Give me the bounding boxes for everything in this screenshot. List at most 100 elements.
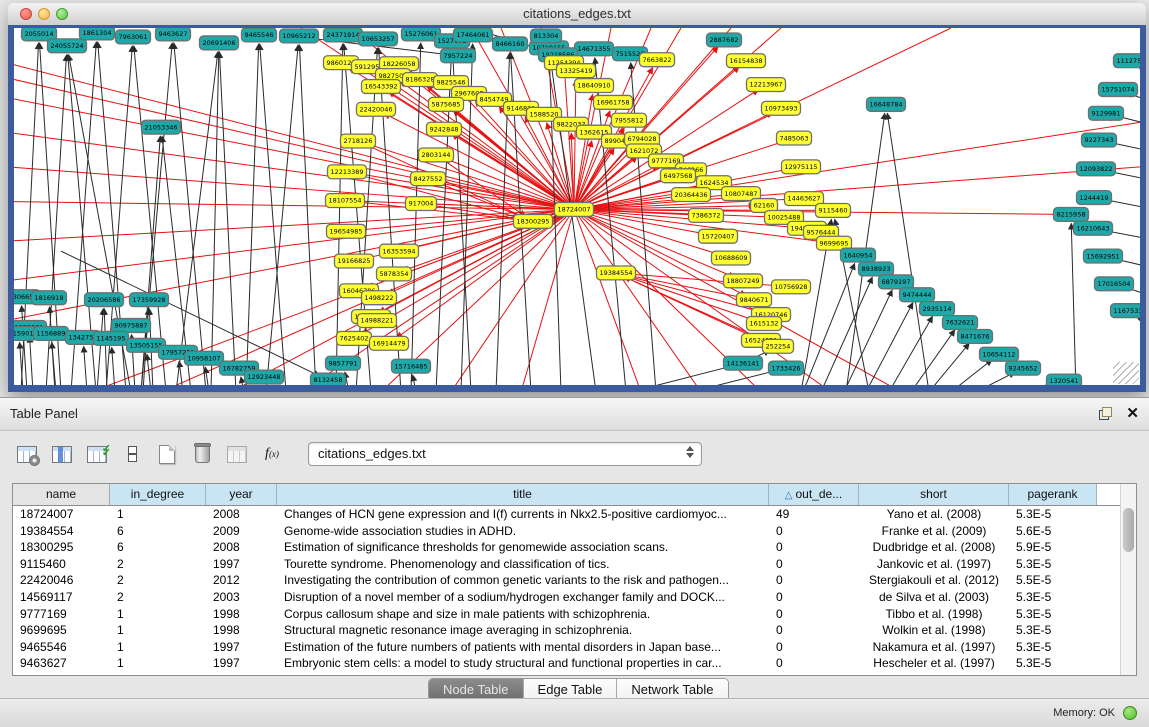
- table-cell[interactable]: 2003: [206, 589, 277, 606]
- graph-node[interactable]: 18724007: [555, 203, 594, 217]
- graph-node[interactable]: 5878354: [377, 267, 412, 281]
- graph-edge[interactable]: [574, 209, 641, 385]
- table-cell[interactable]: 0: [769, 539, 859, 556]
- column-header-short[interactable]: short: [859, 484, 1009, 505]
- table-cell[interactable]: 0: [769, 572, 859, 589]
- graph-node[interactable]: 20206586: [85, 293, 124, 307]
- graph-node[interactable]: 9857791: [326, 356, 361, 370]
- table-row[interactable]: 969969511998Structural magnetic resonanc…: [13, 622, 1136, 639]
- table-row[interactable]: 2242004622012Investigating the contribut…: [13, 572, 1136, 589]
- import-table-button[interactable]: [224, 441, 250, 467]
- graph-node[interactable]: 6879197: [879, 275, 914, 289]
- table-row[interactable]: 946362711997Embryonic stem cells: a mode…: [13, 655, 1136, 672]
- table-cell[interactable]: 5.3E-5: [1009, 589, 1097, 606]
- graph-node[interactable]: 10756928: [772, 280, 811, 294]
- graph-node[interactable]: 6497568: [661, 169, 696, 183]
- graph-node[interactable]: 9840671: [737, 293, 772, 307]
- table-cell[interactable]: 1: [110, 622, 206, 639]
- graph-edge[interactable]: [911, 330, 955, 385]
- column-header-name[interactable]: name: [13, 484, 110, 505]
- table-cell[interactable]: Estimation of the future numbers of pati…: [277, 639, 769, 656]
- graph-node[interactable]: 16210643: [1074, 221, 1113, 235]
- table-cell[interactable]: 1: [110, 639, 206, 656]
- graph-edge[interactable]: [691, 370, 777, 385]
- table-cell[interactable]: 6: [110, 523, 206, 540]
- table-row[interactable]: 1938455462009Genome-wide association stu…: [13, 523, 1136, 540]
- graph-edge[interactable]: [176, 52, 218, 385]
- graph-node[interactable]: 1167533: [1111, 304, 1141, 318]
- table-cell[interactable]: 1998: [206, 606, 277, 623]
- column-header-title[interactable]: title: [277, 484, 769, 505]
- graph-node[interactable]: 18640910: [575, 79, 614, 93]
- table-cell[interactable]: 9463627: [13, 655, 110, 672]
- graph-node[interactable]: 16353594: [380, 244, 419, 258]
- table-cell[interactable]: Wolkin et al. (1998): [859, 622, 1009, 639]
- graph-edge[interactable]: [112, 347, 115, 385]
- table-cell[interactable]: 2: [110, 556, 206, 573]
- table-cell[interactable]: 0: [769, 556, 859, 573]
- table-cell[interactable]: 9465546: [13, 639, 110, 656]
- table-cell[interactable]: 1: [110, 606, 206, 623]
- table-cell[interactable]: 1: [110, 506, 206, 523]
- compact-view-button[interactable]: [119, 441, 145, 467]
- graph-edge[interactable]: [574, 167, 1140, 210]
- graph-node[interactable]: 13325419: [557, 64, 596, 78]
- graph-edge[interactable]: [574, 80, 576, 210]
- table-cell[interactable]: 2008: [206, 506, 277, 523]
- graph-node[interactable]: 12975115: [782, 160, 821, 174]
- table-cell[interactable]: 18724007: [13, 506, 110, 523]
- table-row[interactable]: 1872400712008Changes of HCN gene express…: [13, 506, 1136, 523]
- table-cell[interactable]: Corpus callosum shape and size in male p…: [277, 606, 769, 623]
- float-panel-icon[interactable]: [1099, 407, 1112, 420]
- graph-edge[interactable]: [803, 263, 855, 385]
- new-column-button[interactable]: [154, 441, 180, 467]
- graph-edge[interactable]: [246, 44, 259, 385]
- graph-node[interactable]: 8132458: [311, 373, 346, 385]
- graph-node[interactable]: 1615132: [747, 317, 782, 331]
- table-cell[interactable]: 0: [769, 606, 859, 623]
- graph-node[interactable]: 1640954: [841, 248, 876, 262]
- graph-node[interactable]: 9129981: [1089, 106, 1124, 120]
- table-cell[interactable]: 5.3E-5: [1009, 556, 1097, 573]
- graph-node[interactable]: 21053346: [142, 120, 181, 134]
- table-row[interactable]: 946554611997Estimation of the future num…: [13, 639, 1136, 656]
- graph-node[interactable]: 10653257: [359, 32, 398, 46]
- graph-node[interactable]: 17359928: [130, 293, 169, 307]
- table-cell[interactable]: Disruption of a novel member of a sodium…: [277, 589, 769, 606]
- graph-node[interactable]: 19166825: [335, 254, 374, 268]
- table-cell[interactable]: 5.6E-5: [1009, 523, 1097, 540]
- graph-node[interactable]: 7485063: [777, 131, 812, 145]
- graph-node[interactable]: 8471676: [958, 329, 993, 343]
- graph-node[interactable]: 16154838: [727, 54, 766, 68]
- graph-node[interactable]: 22420046: [357, 102, 396, 116]
- resize-grip-icon[interactable]: [1113, 362, 1139, 384]
- table-settings-button[interactable]: [14, 441, 40, 467]
- scrollbar-thumb[interactable]: [1123, 508, 1134, 552]
- graph-edge[interactable]: [205, 367, 209, 385]
- graph-node[interactable]: 7957224: [441, 49, 476, 63]
- graph-node[interactable]: 14671355: [575, 42, 614, 56]
- graph-node[interactable]: 2887682: [707, 33, 742, 47]
- table-cell[interactable]: Franke et al. (2009): [859, 523, 1009, 540]
- graph-node[interactable]: 90975887: [112, 319, 151, 333]
- table-cell[interactable]: Stergiakouli et al. (2012): [859, 572, 1009, 589]
- column-header-year[interactable]: year: [206, 484, 277, 505]
- table-cell[interactable]: 5.3E-5: [1009, 606, 1097, 623]
- table-cell[interactable]: Changes of HCN gene expression and I(f) …: [277, 506, 769, 523]
- graph-node[interactable]: 7625402: [337, 331, 372, 345]
- graph-edge[interactable]: [631, 365, 734, 385]
- table-cell[interactable]: Structural magnetic resonance image aver…: [277, 622, 769, 639]
- table-row[interactable]: 1456911722003Disruption of a novel membe…: [13, 589, 1136, 606]
- table-cell[interactable]: 2008: [206, 539, 277, 556]
- table-cell[interactable]: Estimation of significance thresholds fo…: [277, 539, 769, 556]
- graph-node[interactable]: 2718126: [341, 134, 376, 148]
- graph-edge[interactable]: [413, 375, 416, 385]
- function-builder-button[interactable]: f(x): [259, 441, 285, 467]
- graph-node[interactable]: 8186328: [403, 73, 438, 87]
- graph-node[interactable]: 7955812: [612, 113, 647, 127]
- graph-node[interactable]: 8215958: [1054, 207, 1089, 221]
- graph-node[interactable]: 1320541: [1047, 374, 1082, 385]
- graph-node[interactable]: 5875685: [429, 97, 464, 111]
- graph-node[interactable]: 17016504: [1095, 277, 1134, 291]
- citation-graph[interactable]: 2055014240557241861304796306194636272069…: [14, 28, 1140, 385]
